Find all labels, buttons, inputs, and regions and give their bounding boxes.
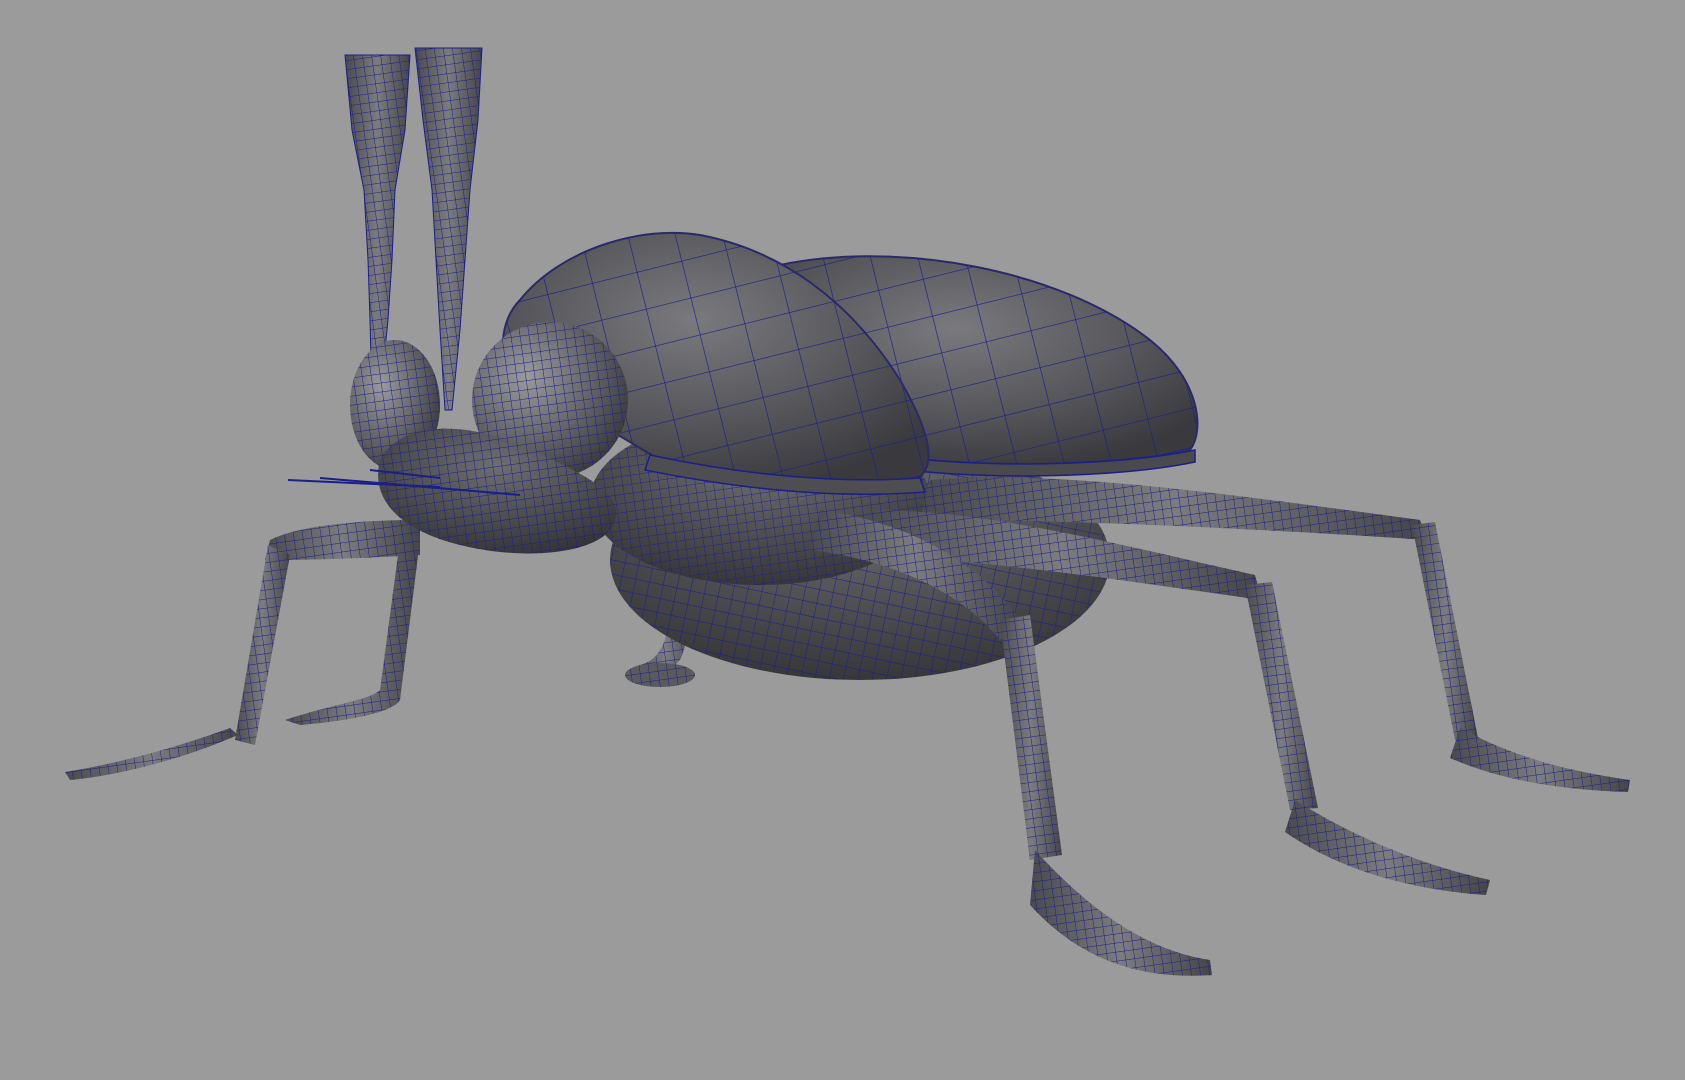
beetle-model[interactable] [0, 0, 1685, 1080]
middle-left-leg-icon [285, 540, 420, 725]
antenna-right-icon [414, 47, 483, 411]
3d-viewport[interactable] [0, 0, 1685, 1080]
front-left-leg-icon [65, 520, 420, 780]
